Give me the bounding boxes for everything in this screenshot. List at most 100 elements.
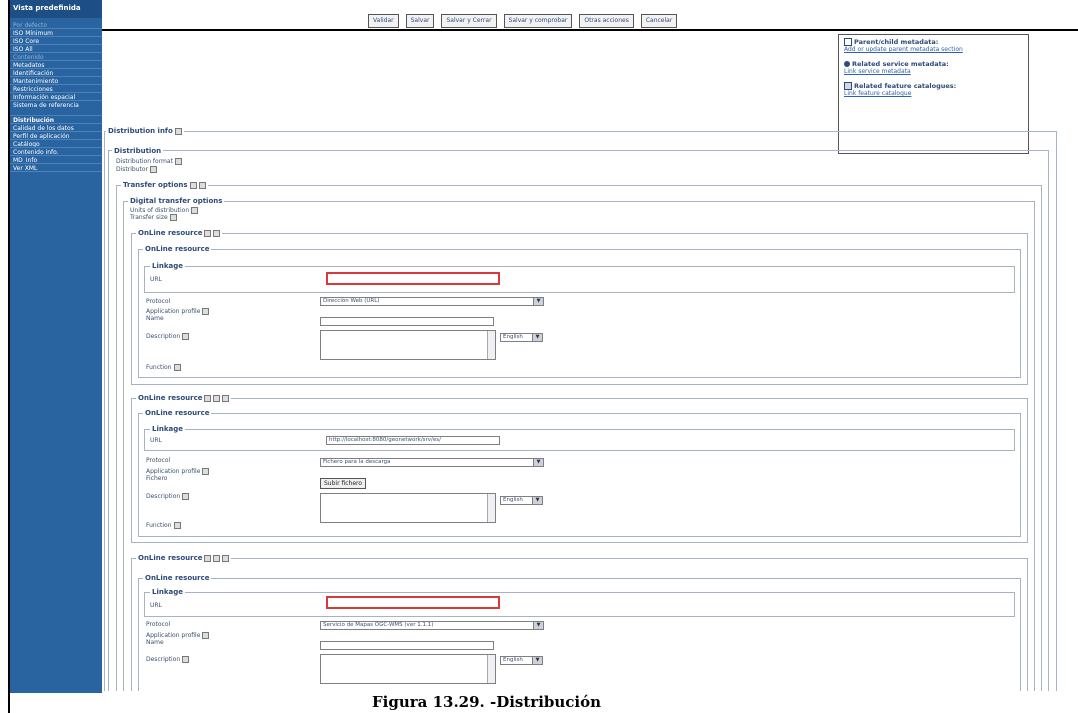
url-1-input[interactable]	[326, 272, 500, 285]
name-3-input[interactable]	[320, 641, 494, 650]
add-icon[interactable]	[202, 308, 210, 315]
sidebar-item-iso-core[interactable]: ISO Core	[10, 38, 102, 45]
add-icon[interactable]	[182, 656, 190, 663]
language-1-select[interactable]: English ▼	[500, 333, 543, 342]
url-3-input[interactable]	[326, 596, 500, 609]
sidebar-item-contenido-info[interactable]: Contenido info.	[10, 149, 102, 156]
name-3-label: Name	[146, 639, 164, 646]
scrollbar[interactable]	[487, 494, 495, 522]
sidebar-item-perfil-aplicacion[interactable]: Perfil de aplicación	[10, 133, 102, 140]
tree-icon	[844, 38, 852, 46]
sidebar: Vista predefinida Por defecto ISO Mínimu…	[10, 0, 102, 693]
remove-icon[interactable]	[213, 229, 221, 237]
online-resource-label: OnLine resource	[138, 394, 203, 402]
save-button[interactable]: Salvar	[405, 14, 435, 28]
sidebar-item-mantenimiento[interactable]: Mantenimiento	[10, 78, 102, 85]
globe-icon	[844, 61, 850, 67]
sidebar-item-restricciones[interactable]: Restricciones	[10, 86, 102, 93]
protocol-3-value: Servicio de Mapas OGC-WMS (ver 1.1.1)	[323, 622, 434, 628]
description-2-row: Description	[146, 493, 190, 500]
sidebar-item-md-info[interactable]: MD_Info	[10, 157, 102, 164]
online-resource-1-legend: OnLine resource	[136, 229, 223, 237]
scrollbar[interactable]	[487, 331, 495, 359]
sidebar-item-metadatos[interactable]: Metadatos	[10, 62, 102, 69]
url-2-input[interactable]: http://localhost:8080/geonetwork/srv/es/	[326, 436, 500, 445]
protocol-1-select[interactable]: Dirección Web (URL) ▼	[320, 297, 544, 306]
description-3-textarea[interactable]	[320, 654, 496, 684]
chevron-down-icon: ▼	[533, 298, 543, 305]
application-profile-2-row: Application profile	[146, 468, 210, 475]
add-icon[interactable]	[202, 632, 210, 639]
add-icon[interactable]	[173, 522, 181, 529]
remove-icon[interactable]	[213, 554, 221, 562]
parent-metadata-link[interactable]: Add or update parent metadata section	[844, 46, 1023, 53]
parent-child-title: Parent/child metadata:	[854, 38, 939, 46]
add-icon[interactable]	[150, 166, 158, 173]
url-2-label: URL	[150, 437, 162, 444]
feature-catalogue-link[interactable]: Link feature catalogue	[844, 90, 1023, 97]
distribution-format-row: Distribution format	[116, 158, 182, 165]
distribution-info-legend: Distribution info	[106, 127, 184, 135]
add-icon[interactable]	[174, 158, 182, 165]
online-resource-2-legend: OnLine resource	[136, 394, 232, 402]
online-resource-label: OnLine resource	[138, 229, 203, 237]
description-3-row: Description	[146, 656, 190, 663]
other-actions-button[interactable]: Otras acciones	[579, 14, 634, 28]
add-icon[interactable]	[204, 554, 212, 562]
add-icon[interactable]	[169, 214, 177, 221]
description-1-textarea[interactable]	[320, 330, 496, 360]
add-icon[interactable]	[189, 181, 197, 189]
sidebar-item-calidad[interactable]: Calidad de los datos	[10, 125, 102, 132]
add-icon[interactable]	[182, 493, 190, 500]
save-and-check-button[interactable]: Salvar y comprobar	[503, 14, 573, 28]
add-icon[interactable]	[191, 207, 199, 214]
online-resource-1-inner-legend: OnLine resource	[143, 245, 212, 253]
language-2-value: English	[503, 497, 523, 503]
protocol-2-select[interactable]: Fichero para la descarga ▼	[320, 458, 544, 467]
service-metadata-link[interactable]: Link service metadata	[844, 68, 1023, 75]
sidebar-item-contenido[interactable]: Contenido	[10, 54, 102, 61]
add-icon[interactable]	[173, 364, 181, 371]
sidebar-item-default[interactable]: Por defecto	[10, 22, 102, 29]
distribution-info-label: Distribution info	[108, 127, 173, 135]
remove-icon[interactable]	[198, 181, 206, 189]
validate-button[interactable]: Validar	[368, 14, 399, 28]
function-2-row: Function	[146, 522, 181, 529]
add-icon[interactable]	[204, 394, 212, 402]
remove-icon[interactable]	[213, 394, 221, 402]
sidebar-item-iso-all[interactable]: ISO All	[10, 46, 102, 53]
protocol-3-label: Protocol	[146, 621, 171, 628]
language-3-select[interactable]: English ▼	[500, 656, 543, 665]
sidebar-item-iso-minimum[interactable]: ISO Mínimum	[10, 30, 102, 37]
sidebar-item-sistema-referencia[interactable]: Sistema de referencia	[10, 102, 102, 116]
url-3-label: URL	[150, 602, 162, 609]
cancel-button[interactable]: Cancelar	[640, 14, 678, 28]
description-label: Description	[146, 656, 181, 663]
upload-file-button[interactable]: Subir fichero	[320, 478, 367, 489]
protocol-2-label: Protocol	[146, 457, 171, 464]
move-icon[interactable]	[222, 394, 230, 402]
move-icon[interactable]	[222, 554, 230, 562]
protocol-3-select[interactable]: Servicio de Mapas OGC-WMS (ver 1.1.1) ▼	[320, 621, 544, 630]
sidebar-title: Vista predefinida	[10, 0, 102, 18]
sidebar-item-catalogo[interactable]: Catálogo	[10, 141, 102, 148]
save-and-close-button[interactable]: Salvar y Cerrar	[441, 14, 497, 28]
description-2-textarea[interactable]	[320, 493, 496, 523]
url-1-label: URL	[150, 276, 162, 283]
description-1-row: Description	[146, 333, 190, 340]
linkage-3-section	[144, 592, 1015, 617]
add-icon[interactable]	[182, 333, 190, 340]
sidebar-item-ver-xml[interactable]: Ver XML	[10, 165, 102, 172]
add-icon[interactable]	[174, 127, 182, 135]
name-1-input[interactable]	[320, 317, 494, 326]
fichero-2-label: Fichero	[146, 475, 168, 482]
scrollbar[interactable]	[487, 655, 495, 683]
frame-top-border	[16, 29, 1078, 31]
language-2-select[interactable]: English ▼	[500, 496, 543, 505]
sidebar-item-info-espacial[interactable]: Información espacial	[10, 94, 102, 101]
sidebar-item-identificacion[interactable]: Identificación	[10, 70, 102, 77]
add-icon[interactable]	[202, 468, 210, 475]
add-icon[interactable]	[204, 229, 212, 237]
sidebar-item-distribucion[interactable]: Distribución	[10, 117, 102, 124]
application-profile-label: Application profile	[146, 468, 201, 475]
